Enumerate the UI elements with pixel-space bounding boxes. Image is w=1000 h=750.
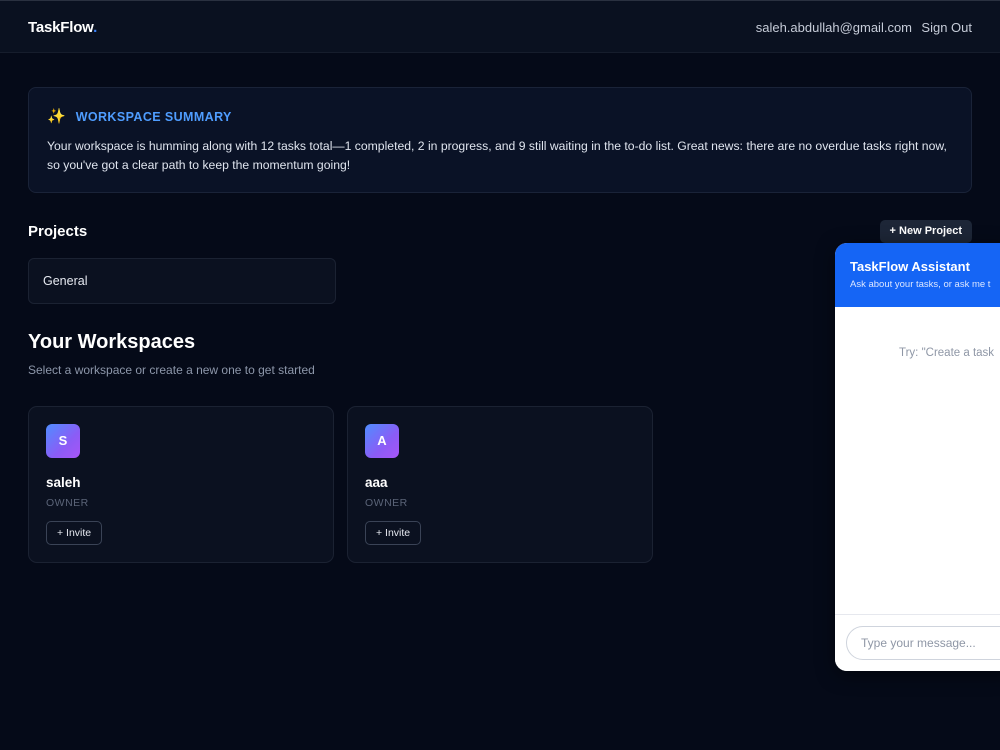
summary-text: Your workspace is humming along with 12 … (47, 139, 947, 172)
assistant-hint: Try: "Create a task (899, 347, 995, 359)
workspaces-title: Your Workspaces (28, 331, 196, 353)
user-email: saleh.abdullah@gmail.com (755, 20, 912, 35)
sign-out-button[interactable]: Sign Out (921, 20, 972, 35)
message-input[interactable] (846, 626, 1000, 660)
brand-logo[interactable]: TaskFlow. (28, 19, 97, 36)
workspace-role: OWNER (46, 497, 89, 509)
sparkle-icon: ✨ (47, 108, 66, 125)
workspace-summary-card: ✨ WORKSPACE SUMMARY Your workspace is hu… (28, 87, 972, 193)
workspace-avatar: A (365, 424, 399, 458)
projects-title: Projects (28, 223, 88, 240)
assistant-header: TaskFlow Assistant Ask about your tasks,… (835, 243, 1000, 307)
workspace-card-saleh[interactable]: S saleh OWNER + Invite (28, 406, 334, 563)
brand-dot: . (93, 19, 98, 36)
workspace-avatar: S (46, 424, 80, 458)
assistant-chat-panel: TaskFlow Assistant Ask about your tasks,… (835, 243, 1000, 671)
workspaces-subtitle: Select a workspace or create a new one t… (28, 363, 315, 377)
new-project-button[interactable]: + New Project (879, 220, 972, 243)
assistant-title: TaskFlow Assistant (850, 259, 970, 274)
invite-button[interactable]: + Invite (46, 521, 103, 545)
project-item-general[interactable]: General (28, 258, 336, 304)
workspace-name: aaa (365, 475, 388, 490)
top-navbar: TaskFlow. saleh.abdullah@gmail.com Sign … (0, 0, 1000, 53)
workspace-name: saleh (46, 475, 81, 490)
assistant-input-bar (835, 614, 1000, 671)
workspace-card-aaa[interactable]: A aaa OWNER + Invite (347, 406, 653, 563)
summary-header: ✨ WORKSPACE SUMMARY (47, 108, 232, 126)
brand-name: TaskFlow (28, 19, 94, 36)
invite-button[interactable]: + Invite (365, 521, 422, 545)
assistant-subtitle: Ask about your tasks, or ask me t (850, 279, 991, 290)
workspace-role: OWNER (365, 497, 408, 509)
summary-title: WORKSPACE SUMMARY (75, 110, 232, 124)
